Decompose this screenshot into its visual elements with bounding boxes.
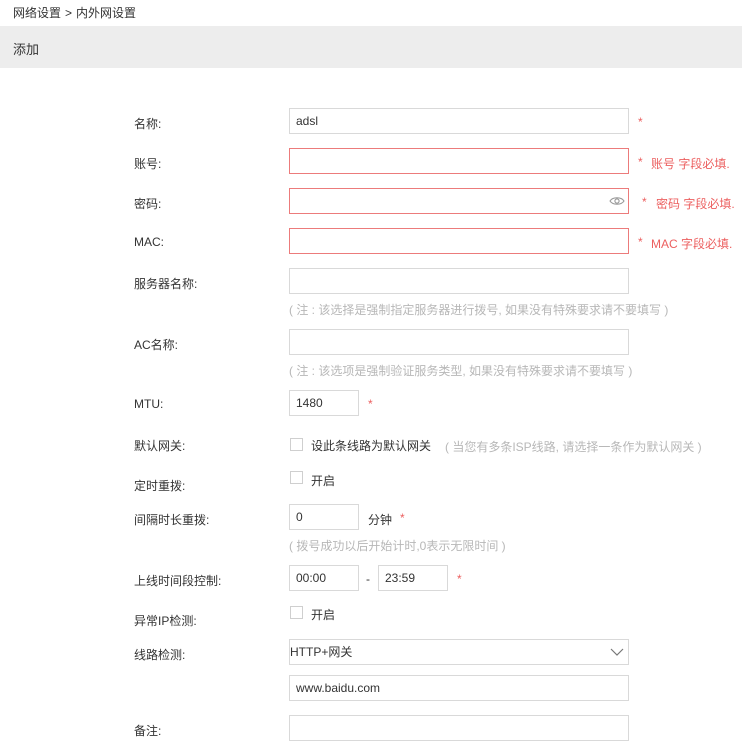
server-name-input[interactable] xyxy=(289,268,629,294)
account-input[interactable] xyxy=(289,148,629,174)
abnormal-ip-checkbox[interactable] xyxy=(290,606,303,619)
breadcrumb: 网络设置 > 内外网设置 xyxy=(13,4,136,21)
line-detection-target-input[interactable] xyxy=(289,675,629,701)
name-label: 名称: xyxy=(134,117,162,131)
password-label: 密码: xyxy=(134,197,162,211)
remark-label: 备注: xyxy=(134,724,162,738)
default-gateway-label: 默认网关: xyxy=(134,439,186,453)
name-required-mark: * xyxy=(638,115,643,129)
mac-label: MAC: xyxy=(134,235,164,249)
mac-input[interactable] xyxy=(289,228,629,254)
name-input[interactable] xyxy=(289,108,629,134)
mac-required-mark: * xyxy=(638,235,643,249)
account-error-message: 账号 字段必填. xyxy=(651,157,730,171)
line-detection-selected-value: HTTP+网关 xyxy=(290,645,353,659)
password-input[interactable] xyxy=(289,188,629,214)
online-period-separator: - xyxy=(366,572,370,586)
mtu-label: MTU: xyxy=(134,397,164,411)
breadcrumb-network-settings[interactable]: 网络设置 xyxy=(13,6,61,20)
server-name-label: 服务器名称: xyxy=(134,277,198,291)
abnormal-ip-label: 异常IP检测: xyxy=(134,614,197,628)
online-period-start-input[interactable] xyxy=(289,565,359,591)
interval-redial-unit: 分钟 xyxy=(368,513,393,527)
default-gateway-hint: ( 当您有多条ISP线路, 请选择一条作为默认网关 ) xyxy=(445,440,702,454)
breadcrumb-current: 内外网设置 xyxy=(76,6,137,20)
eye-icon[interactable] xyxy=(609,195,625,207)
password-error-message: 密码 字段必填. xyxy=(656,197,735,211)
interval-redial-input[interactable] xyxy=(289,504,359,530)
server-name-hint: ( 注 : 该选择是强制指定服务器进行拨号, 如果没有特殊要求请不要填写 ) xyxy=(289,303,669,317)
section-title: 添加 xyxy=(13,42,40,57)
timed-redial-checkbox-label[interactable]: 开启 xyxy=(311,472,335,489)
interval-redial-label: 间隔时长重拨: xyxy=(134,513,210,527)
ac-name-input[interactable] xyxy=(289,329,629,355)
account-required-mark: * xyxy=(638,155,643,169)
timed-redial-label: 定时重拨: xyxy=(134,479,186,493)
online-period-required-mark: * xyxy=(457,572,462,586)
account-label: 账号: xyxy=(134,157,162,171)
line-detection-label: 线路检测: xyxy=(134,648,186,662)
chevron-down-icon[interactable] xyxy=(610,647,624,657)
mtu-required-mark: * xyxy=(368,397,373,411)
online-period-end-input[interactable] xyxy=(378,565,448,591)
breadcrumb-separator: > xyxy=(65,6,73,20)
mtu-input[interactable] xyxy=(289,390,359,416)
line-detection-select[interactable]: HTTP+网关 xyxy=(289,639,629,665)
default-gateway-checkbox-label[interactable]: 设此条线路为默认网关 xyxy=(311,437,431,454)
timed-redial-checkbox[interactable] xyxy=(290,471,303,484)
online-period-label: 上线时间段控制: xyxy=(134,574,222,588)
mac-error-message: MAC 字段必填. xyxy=(651,237,733,251)
section-header: 添加 xyxy=(0,26,742,68)
default-gateway-checkbox[interactable] xyxy=(290,438,303,451)
password-required-mark: * xyxy=(642,195,647,209)
ac-name-label: AC名称: xyxy=(134,338,179,352)
ac-name-hint: ( 注 : 该选项是强制验证服务类型, 如果没有特殊要求请不要填写 ) xyxy=(289,364,633,378)
remark-input[interactable] xyxy=(289,715,629,741)
interval-redial-required-mark: * xyxy=(400,511,405,525)
interval-redial-hint: ( 拨号成功以后开始计时,0表示无限时间 ) xyxy=(289,539,506,553)
abnormal-ip-checkbox-label[interactable]: 开启 xyxy=(311,606,335,623)
